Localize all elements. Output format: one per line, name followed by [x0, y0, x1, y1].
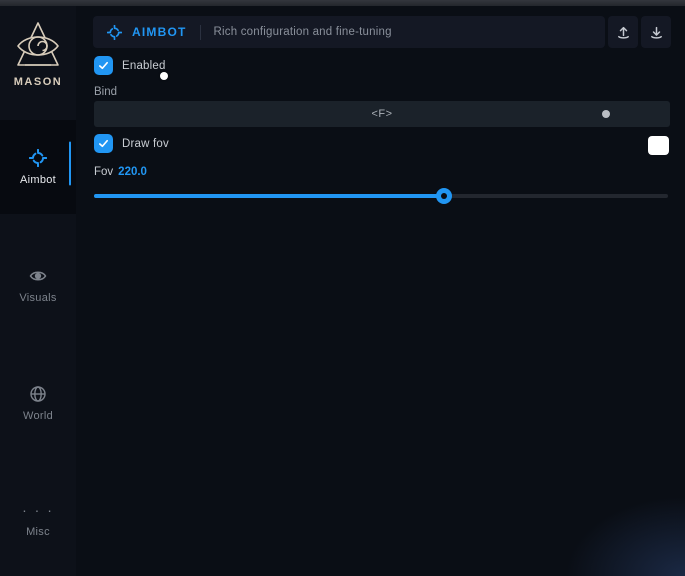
- enabled-checkbox[interactable]: [94, 56, 113, 75]
- upload-config-button[interactable]: [608, 16, 638, 48]
- download-config-button[interactable]: [641, 16, 671, 48]
- draw-fov-checkbox[interactable]: [94, 134, 113, 153]
- fov-slider[interactable]: [94, 188, 668, 204]
- crosshair-icon: [107, 25, 122, 40]
- fov-value: 220.0: [118, 166, 147, 178]
- fov-label: Fov: [94, 166, 113, 178]
- globe-icon: [29, 385, 47, 403]
- mouse-cursor-dot: [160, 72, 168, 80]
- title-bar: AIMBOT Rich configuration and fine-tunin…: [93, 16, 605, 48]
- fov-color-swatch[interactable]: [648, 136, 669, 155]
- sidebar-item-misc[interactable]: · · · Misc: [0, 474, 76, 568]
- page-header: AIMBOT Rich configuration and fine-tunin…: [93, 16, 671, 48]
- upload-icon: [616, 25, 631, 40]
- sidebar-item-visuals[interactable]: Visuals: [0, 238, 76, 332]
- page-title: AIMBOT: [132, 25, 187, 39]
- sidebar-item-world[interactable]: World: [0, 356, 76, 450]
- eye-icon: [29, 267, 47, 285]
- bind-input[interactable]: <F>: [94, 101, 670, 127]
- pyramid-eye-icon: [13, 20, 63, 72]
- check-icon: [98, 60, 109, 71]
- sidebar: MASON Aimbot Visuals: [0, 6, 76, 576]
- draw-fov-label: Draw fov: [122, 138, 169, 150]
- fov-slider-thumb[interactable]: [436, 188, 452, 204]
- ellipsis-icon: · · ·: [22, 505, 54, 519]
- page-subtitle: Rich configuration and fine-tuning: [214, 26, 392, 38]
- brand-logo: MASON: [0, 20, 76, 88]
- fov-slider-fill: [94, 194, 444, 198]
- sidebar-item-label: Aimbot: [20, 174, 56, 186]
- sidebar-item-label: World: [23, 410, 53, 422]
- sidebar-item-aimbot[interactable]: Aimbot: [0, 120, 76, 214]
- fov-label-row: Fov 220.0: [94, 166, 147, 178]
- bind-value: <F>: [371, 108, 392, 120]
- download-icon: [649, 25, 664, 40]
- enabled-row: Enabled: [94, 56, 166, 75]
- bind-field-dot: [602, 110, 610, 118]
- sidebar-item-label: Misc: [26, 526, 50, 538]
- enabled-label: Enabled: [122, 60, 166, 72]
- bind-label: Bind: [94, 86, 117, 98]
- draw-fov-row: Draw fov: [94, 134, 169, 153]
- title-divider: [200, 25, 201, 40]
- crosshair-icon: [29, 149, 47, 167]
- main-panel: AIMBOT Rich configuration and fine-tunin…: [76, 6, 685, 576]
- check-icon: [98, 138, 109, 149]
- brand-name: MASON: [0, 76, 76, 88]
- sidebar-item-label: Visuals: [19, 292, 56, 304]
